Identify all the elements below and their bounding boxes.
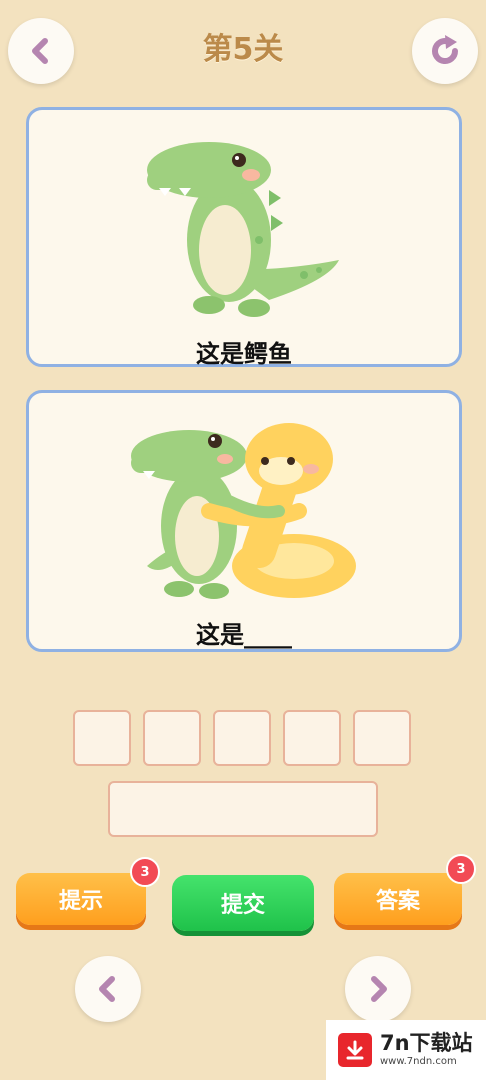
watermark-url: www.7ndn.com xyxy=(380,1056,457,1067)
card-2-caption: 这是____ xyxy=(196,621,292,649)
answer-slot-3[interactable] xyxy=(213,710,271,766)
submit-button[interactable]: 提交 xyxy=(172,875,314,931)
chevron-right-icon xyxy=(371,976,387,1002)
answer-slot-4[interactable] xyxy=(283,710,341,766)
answer-slot-1[interactable] xyxy=(73,710,131,766)
next-level-button[interactable] xyxy=(345,956,411,1022)
crocodile-snake-illustration xyxy=(131,423,356,599)
answer-input[interactable] xyxy=(108,781,378,837)
picture-card-2: 这是____ xyxy=(26,390,462,652)
crocodile-illustration xyxy=(147,142,339,317)
watermark-logo: 7n下载站 www.7ndn.com xyxy=(326,1020,486,1080)
refresh-icon xyxy=(432,35,459,65)
answer-slot-5[interactable] xyxy=(353,710,411,766)
previous-level-button[interactable] xyxy=(75,956,141,1022)
answer-slot-2[interactable] xyxy=(143,710,201,766)
download-icon xyxy=(338,1033,372,1067)
answer-button[interactable]: 答案 xyxy=(334,873,462,925)
submit-button-label: 提交 xyxy=(220,893,265,918)
hint-button-label: 提示 xyxy=(58,889,103,914)
picture-card-1: 这是鳄鱼 xyxy=(26,107,462,368)
hint-count-badge: 3 xyxy=(130,857,160,887)
refresh-button[interactable] xyxy=(412,18,478,84)
watermark-brand: 7n下载站 xyxy=(380,1031,473,1055)
answer-button-label: 答案 xyxy=(375,889,420,914)
hint-button[interactable]: 提示 xyxy=(16,873,146,925)
card-1-caption: 这是鳄鱼 xyxy=(196,340,292,368)
answer-count-badge: 3 xyxy=(446,854,476,884)
chevron-left-icon xyxy=(99,976,115,1002)
